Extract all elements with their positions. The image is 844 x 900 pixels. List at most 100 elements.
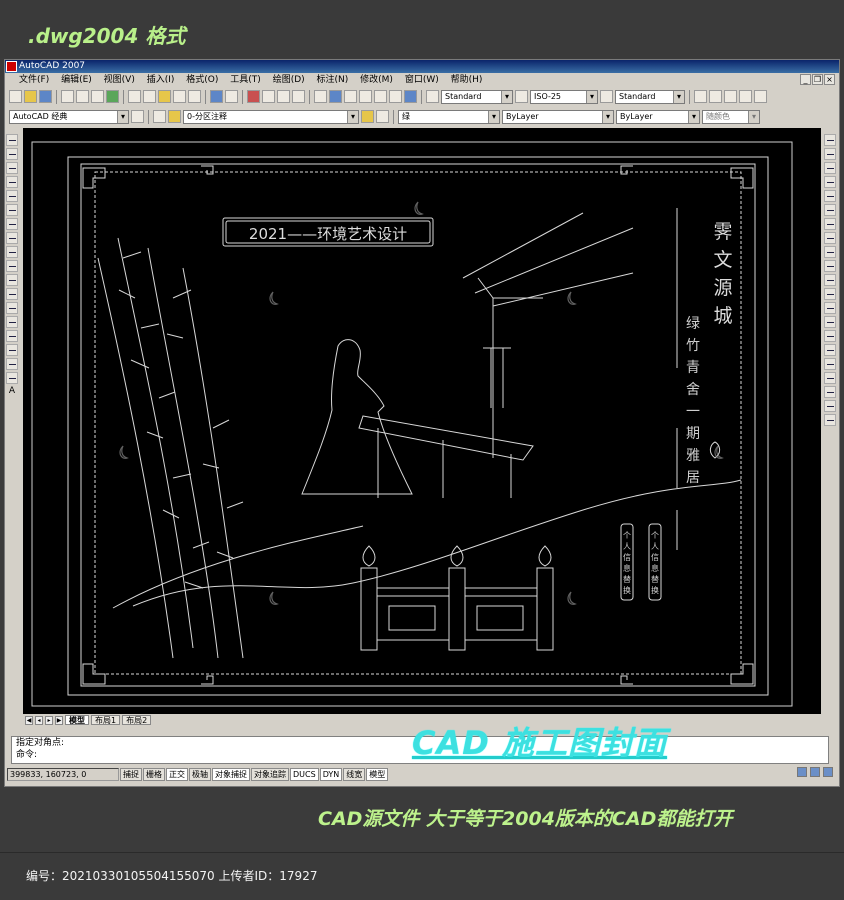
sheet-set-icon[interactable] [359,90,372,103]
ducs-toggle[interactable]: DUCS [290,767,319,781]
tab-model[interactable]: 模型 [65,715,89,725]
restore-button[interactable]: ❐ [812,74,823,85]
rotate-icon[interactable] [824,218,836,230]
menu-view[interactable]: 视图(V) [104,75,135,85]
zoom-previous-icon[interactable] [292,90,305,103]
menu-insert[interactable]: 插入(I) [147,75,175,85]
copy-icon[interactable] [143,90,156,103]
dim-linear-icon[interactable] [694,90,707,103]
dim-radius-icon[interactable] [754,90,767,103]
extend-icon[interactable] [824,274,836,286]
coordinate-readout[interactable]: 399833, 160723, 0 [7,767,119,781]
layer-select[interactable]: 0-分区注释 [183,109,359,124]
dim-ordinate-icon[interactable] [739,90,752,103]
paste-icon[interactable] [158,90,171,103]
make-block-icon[interactable] [6,302,18,314]
print-preview-icon[interactable] [76,90,89,103]
menu-modify[interactable]: 修改(M) [360,75,393,85]
table-icon[interactable] [6,372,18,384]
communication-center-icon[interactable] [797,767,807,777]
draworder-front-icon[interactable] [824,372,836,384]
markup-icon[interactable] [374,90,387,103]
block-editor-icon[interactable] [188,90,201,103]
draworder-above-icon[interactable] [824,400,836,412]
draworder-under-icon[interactable] [824,414,836,426]
menu-draw[interactable]: 绘图(D) [273,75,305,85]
polygon-icon[interactable] [6,176,18,188]
menu-window[interactable]: 窗口(W) [405,75,439,85]
region-icon[interactable] [6,358,18,370]
calculator-icon[interactable] [389,90,402,103]
clean-screen-icon[interactable] [823,767,833,777]
ellipse-icon[interactable] [6,260,18,272]
circle-icon[interactable] [6,218,18,230]
drawing-canvas[interactable]: 2021——环境艺术设计 霁 文 源 城 绿 竹 青 舍 一 期 雅 居 个 人… [23,128,821,714]
dim-arc-icon[interactable] [724,90,737,103]
zoom-window-icon[interactable] [277,90,290,103]
construction-line-icon[interactable] [6,148,18,160]
next-tab-icon[interactable]: ▸ [45,715,53,725]
draworder-back-icon[interactable] [824,386,836,398]
menu-tools[interactable]: 工具(T) [230,75,261,85]
dim-aligned-icon[interactable] [709,90,722,103]
rectangle-icon[interactable] [6,190,18,202]
spline-icon[interactable] [6,246,18,258]
grid-toggle[interactable]: 栅格 [143,767,165,781]
menu-help[interactable]: 帮助(H) [451,75,483,85]
linetype-select[interactable]: ByLayer [502,109,614,124]
gradient-icon[interactable] [6,344,18,356]
menu-edit[interactable]: 编辑(E) [61,75,92,85]
tool-palettes-icon[interactable] [344,90,357,103]
cut-icon[interactable] [128,90,141,103]
publish-icon[interactable] [91,90,104,103]
save-icon[interactable] [39,90,52,103]
offset-icon[interactable] [824,176,836,188]
mirror-icon[interactable] [824,162,836,174]
properties-icon[interactable] [314,90,327,103]
snap-toggle[interactable]: 捕捉 [120,767,142,781]
multiline-text-icon[interactable]: A [6,386,18,398]
move-icon[interactable] [824,204,836,216]
tab-layout1[interactable]: 布局1 [91,715,121,725]
first-tab-icon[interactable]: ◀ [25,715,33,725]
workspace-settings-icon[interactable] [131,110,144,123]
fillet-icon[interactable] [824,344,836,356]
prev-tab-icon[interactable]: ◂ [35,715,43,725]
copy-object-icon[interactable] [824,148,836,160]
dyn-toggle[interactable]: DYN [319,767,343,781]
3d-dwf-icon[interactable] [106,90,119,103]
match-properties-icon[interactable] [173,90,186,103]
pan-icon[interactable] [247,90,260,103]
array-icon[interactable] [824,190,836,202]
minimize-button[interactable]: _ [800,74,811,85]
zoom-realtime-icon[interactable] [262,90,275,103]
layer-manager-icon[interactable] [153,110,166,123]
print-icon[interactable] [61,90,74,103]
undo-icon[interactable] [210,90,223,103]
erase-icon[interactable] [824,134,836,146]
new-file-icon[interactable] [9,90,22,103]
ellipse-arc-icon[interactable] [6,274,18,286]
help-icon[interactable] [404,90,417,103]
plotstyle-select[interactable]: 随颜色 [702,109,760,124]
dim-style-select[interactable]: ISO-25 [530,89,598,104]
make-current-layer-icon[interactable] [361,110,374,123]
lineweight-select[interactable]: ByLayer [616,109,700,124]
model-toggle[interactable]: 模型 [366,767,389,781]
open-file-icon[interactable] [24,90,37,103]
layer-previous-icon[interactable] [376,110,389,123]
table-style-select[interactable]: Standard [615,89,685,104]
point-icon[interactable] [6,316,18,328]
menu-file[interactable]: 文件(F) [19,75,49,85]
design-center-icon[interactable] [329,90,342,103]
chamfer-icon[interactable] [824,330,836,342]
trim-icon[interactable] [824,260,836,272]
menu-dimension[interactable]: 标注(N) [317,75,349,85]
stretch-icon[interactable] [824,246,836,258]
lineweight-toggle[interactable]: 线宽 [343,767,366,781]
hatch-icon[interactable] [6,330,18,342]
osnap-toggle[interactable]: 对象捕捉 [212,767,250,781]
insert-block-icon[interactable] [6,288,18,300]
color-select[interactable]: 绿 [398,109,500,124]
break-icon[interactable] [824,302,836,314]
